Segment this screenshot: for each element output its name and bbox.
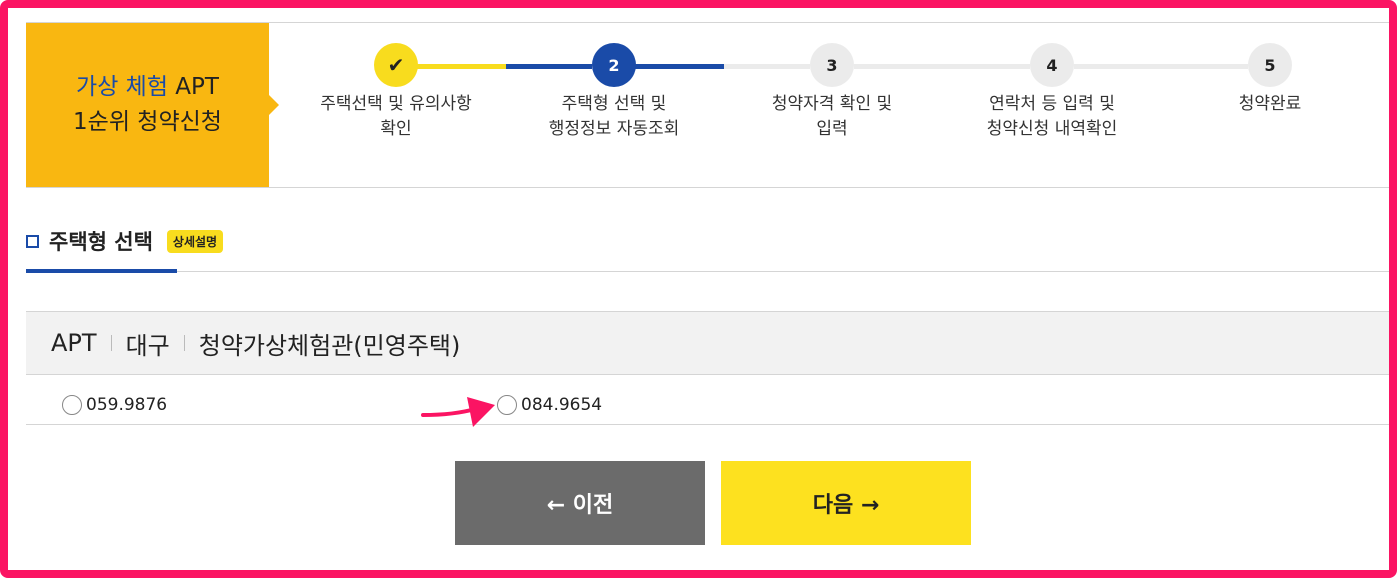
step-4-label-line1: 연락처 등 입력 및 — [989, 94, 1115, 114]
progress-bar-1a — [416, 64, 506, 69]
housing-name: 청약가상체험관(민영주택) — [198, 331, 461, 360]
housing-option-1[interactable]: 059.9876 — [62, 395, 167, 415]
section-title: 주택형 선택 — [49, 230, 153, 254]
progress-bar-3 — [854, 64, 1030, 69]
step-4-circle: 4 — [1030, 43, 1074, 87]
step-1-label: 주택선택 및 유의사항 확인 — [281, 92, 511, 142]
section-heading: 주택형 선택 상세설명 — [26, 226, 224, 256]
title-line-1: 가상 체험 APT — [76, 70, 219, 105]
step-2-circle: 2 — [592, 43, 636, 87]
step-4-label-line2: 청약신청 내역확인 — [986, 119, 1118, 139]
option-label: 059.9876 — [86, 395, 168, 415]
housing-region: 대구 — [125, 331, 170, 360]
square-bullet-icon — [26, 234, 39, 248]
progress-bar-2 — [634, 64, 724, 69]
step-2-label-line2: 행정정보 자동조회 — [548, 119, 680, 139]
pointer-arrow-icon — [421, 397, 495, 427]
step-3-label-line1: 청약자격 확인 및 — [771, 94, 893, 114]
progress-bar-2b — [724, 64, 810, 69]
application-title-box: 가상 체험 APT 1순위 청약신청 — [26, 23, 279, 187]
title-line-2: 1순위 청약신청 — [73, 109, 222, 135]
step-1-check-icon: ✔ — [374, 43, 418, 87]
step-5-label-line1: 청약완료 — [1238, 94, 1302, 114]
info-separator — [183, 335, 185, 351]
detail-info-button[interactable]: 상세설명 — [166, 229, 224, 253]
step-2-label: 주택형 선택 및 행정정보 자동조회 — [499, 92, 729, 142]
page-frame: 가상 체험 APT 1순위 청약신청 ✔ 2 3 4 5 주택선택 및 유의사항… — [0, 0, 1397, 578]
title-highlight: 가상 체험 — [76, 74, 168, 100]
progress-bar-1b — [506, 64, 592, 69]
radio-button[interactable] — [62, 395, 82, 415]
housing-type: APT — [51, 329, 97, 357]
section-divider — [26, 271, 1389, 272]
progress-bar-4 — [1074, 64, 1248, 69]
housing-info-bar: APT 대구 청약가상체험관(민영주택) — [26, 311, 1389, 375]
title-apt: APT — [175, 74, 219, 100]
step-2-label-line1: 주택형 선택 및 — [561, 94, 667, 114]
step-4-label: 연락처 등 입력 및 청약신청 내역확인 — [937, 92, 1167, 142]
step-3-circle: 3 — [810, 43, 854, 87]
radio-button[interactable] — [497, 395, 517, 415]
step-5-label: 청약완료 — [1155, 92, 1385, 117]
previous-button[interactable]: ← 이전 — [455, 461, 705, 545]
step-1-label-line2: 확인 — [380, 119, 412, 139]
steps-divider — [26, 187, 1389, 188]
housing-option-2[interactable]: 084.9654 — [497, 395, 602, 415]
step-3-label: 청약자격 확인 및 입력 — [717, 92, 947, 142]
section-underline — [26, 269, 177, 273]
option-label: 084.9654 — [521, 395, 603, 415]
next-button[interactable]: 다음 → — [721, 461, 971, 545]
options-divider — [26, 424, 1389, 425]
step-3-label-line2: 입력 — [816, 119, 848, 139]
step-5-circle: 5 — [1248, 43, 1292, 87]
step-1-label-line1: 주택선택 및 유의사항 — [320, 94, 472, 114]
info-separator — [110, 335, 112, 351]
